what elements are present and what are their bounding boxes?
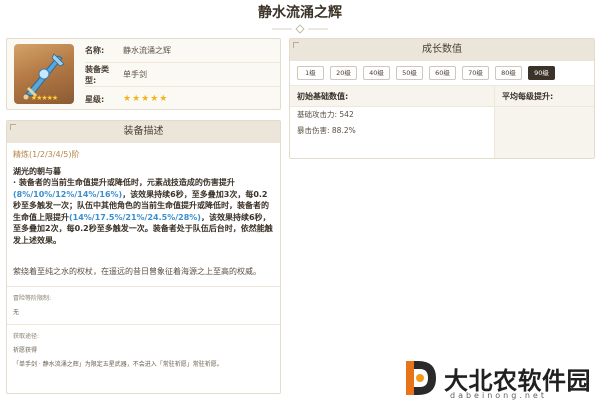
- divider: [7, 286, 280, 287]
- avg-growth-body: [495, 107, 594, 158]
- name-value: 静水流涌之辉: [123, 46, 171, 55]
- info-rows: 名称: 静水流涌之辉 装备类型: 单手剑 星级: ★★★★★: [85, 39, 280, 111]
- passive-text: · 装备者的当前生命值提升或降低时，元素战技造成的伤害提升 (8%/10%/12%…: [13, 177, 274, 246]
- title-ornament: [272, 24, 328, 34]
- weapon-info-card: ★★★★★ 名称: 静水流涌之辉 装备类型: 单手剑 星级: ★★★★★: [6, 38, 281, 110]
- lore-text: 萦绕着至纯之水的权杖，在遥远的昔日曾象征着海源之上至高的权威。: [13, 267, 261, 276]
- level-tab-40[interactable]: 40级: [363, 66, 390, 80]
- name-row: 名称: 静水流涌之辉: [85, 39, 280, 63]
- type-row: 装备类型: 单手剑: [85, 63, 280, 87]
- page-title: 静水流涌之辉: [258, 5, 342, 21]
- base-stats-header: 初始基础数值:: [290, 86, 494, 107]
- passive-values-1: (8%/10%/12%/14%/16%): [13, 189, 123, 199]
- level-tab-80[interactable]: 80级: [495, 66, 522, 80]
- ascension-limit-label: 冒险等阶限制:: [13, 295, 52, 302]
- name-label: 名称:: [85, 46, 105, 55]
- avg-growth-header: 平均每级提升:: [495, 86, 594, 107]
- ascension-limit-value: 无: [13, 309, 20, 316]
- passive-part-1: · 装备者的当前生命值提升或降低时，元素战技造成的伤害提升: [13, 178, 235, 187]
- avg-growth-column: 平均每级提升:: [495, 86, 594, 158]
- corner-ornament-icon: [293, 42, 299, 48]
- weapon-image: ★★★★★: [14, 44, 74, 104]
- description-body: 精炼(1/2/3/4/5)阶 湖光的朝与暮 · 装备者的当前生命值提升或降低时，…: [7, 143, 280, 372]
- level-tab-70[interactable]: 70级: [462, 66, 489, 80]
- level-tab-20[interactable]: 20级: [330, 66, 357, 80]
- level-tab-90[interactable]: 90级: [528, 66, 555, 80]
- watermark-url: dabeinong.net: [450, 391, 547, 400]
- source-label: 获取途径:: [13, 333, 40, 340]
- level-tab-1[interactable]: 1级: [297, 66, 324, 80]
- type-value: 单手剑: [123, 70, 147, 79]
- level-tab-50[interactable]: 50级: [396, 66, 423, 80]
- stat-base-atk: 基础攻击力: 542: [297, 110, 354, 119]
- rarity-row: 星级: ★★★★★: [85, 87, 280, 111]
- passive-values-2: (14%/17.5%/21%/24.5%/28%): [69, 212, 201, 222]
- rarity-stars: ★★★★★: [123, 94, 169, 104]
- growth-header: 成长数值: [290, 39, 594, 61]
- level-tabs: 1级 20级 40级 50级 60级 70级 80级 90级: [290, 61, 594, 85]
- description-header: 装备描述: [7, 121, 280, 143]
- description-card: 装备描述 精炼(1/2/3/4/5)阶 湖光的朝与暮 · 装备者的当前生命值提升…: [6, 120, 281, 394]
- rarity-label: 星级:: [85, 94, 105, 104]
- type-label: 装备类型:: [85, 64, 109, 85]
- corner-ornament-icon: [10, 124, 16, 130]
- divider: [7, 324, 280, 325]
- refine-levels: 精炼(1/2/3/4/5)阶: [13, 150, 80, 159]
- left-column: ★★★★★ 名称: 静水流涌之辉 装备类型: 单手剑 星级: ★★★★★ 装备描…: [6, 38, 281, 394]
- stats-table: 初始基础数值: 基础攻击力: 542 暴击伤害: 88.2% 平均每级提升:: [290, 85, 594, 158]
- right-column: 成长数值 1级 20级 40级 50级 60级 70级 80级 90级 初始基础…: [289, 38, 595, 159]
- level-tab-60[interactable]: 60级: [429, 66, 456, 80]
- source-note: 「单手剑 · 静水流涌之辉」为限定五星武器，不会进入「常驻祈愿」常驻祈愿。: [13, 361, 223, 368]
- site-logo-icon: [406, 361, 436, 395]
- passive-title: 湖光的朝与暮: [13, 167, 61, 176]
- base-stats-column: 初始基础数值: 基础攻击力: 542 暴击伤害: 88.2%: [290, 86, 495, 158]
- growth-header-label: 成长数值: [422, 44, 462, 55]
- site-watermark: 大北农软件园 dabeinong.net: [400, 355, 600, 405]
- growth-card: 成长数值 1级 20级 40级 50级 60级 70级 80级 90级 初始基础…: [289, 38, 595, 159]
- thumb-rarity-stars: ★★★★★: [30, 94, 58, 102]
- stat-crit-dmg: 暴击伤害: 88.2%: [297, 126, 356, 135]
- description-header-label: 装备描述: [123, 126, 164, 137]
- source-value: 祈愿获得: [13, 347, 38, 354]
